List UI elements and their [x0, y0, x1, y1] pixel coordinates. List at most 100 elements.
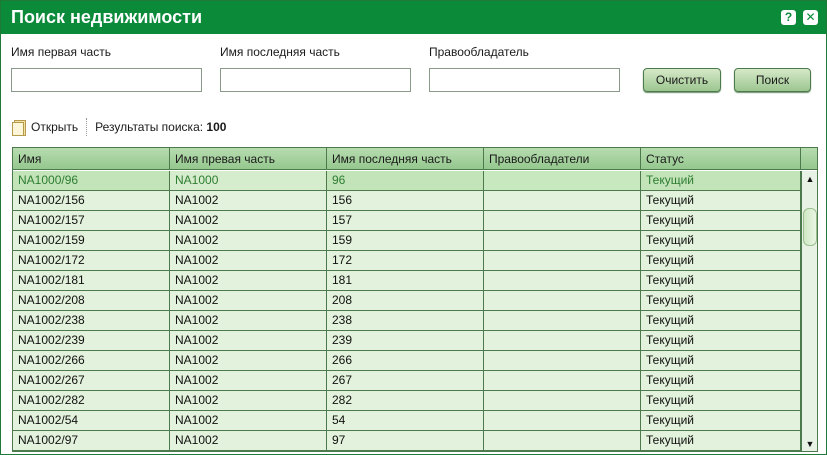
cell-first-part[interactable]: NA1002 [170, 431, 327, 450]
cell-owners[interactable] [484, 371, 641, 390]
cell-owners[interactable] [484, 171, 641, 190]
cell-name[interactable]: NA1002/267 [13, 371, 170, 390]
cell-last-part[interactable]: 266 [327, 351, 484, 370]
cell-first-part[interactable]: NA1002 [170, 411, 327, 430]
cell-last-part[interactable]: 238 [327, 311, 484, 330]
cell-first-part[interactable]: NA1002 [170, 211, 327, 230]
cell-first-part[interactable]: NA1002 [170, 271, 327, 290]
cell-status[interactable]: Текущий [641, 211, 801, 230]
cell-name[interactable]: NA1002/157 [13, 211, 170, 230]
table-row[interactable]: NA1002/159 NA1002 159 Текущий [13, 231, 801, 251]
scroll-up-icon[interactable]: ▲ [804, 173, 816, 185]
cell-name[interactable]: NA1002/266 [13, 351, 170, 370]
cell-last-part[interactable]: 282 [327, 391, 484, 410]
cell-name[interactable]: NA1002/172 [13, 251, 170, 270]
table-row[interactable]: NA1002/172 NA1002 172 Текущий [13, 251, 801, 271]
cell-last-part[interactable]: 159 [327, 231, 484, 250]
cell-owners[interactable] [484, 231, 641, 250]
cell-name[interactable]: NA1002/54 [13, 411, 170, 430]
cell-name[interactable]: NA1002/97 [13, 431, 170, 450]
cell-name[interactable]: NA1002/239 [13, 331, 170, 350]
table-row[interactable]: NA1002/156 NA1002 156 Текущий [13, 191, 801, 211]
cell-first-part[interactable]: NA1002 [170, 311, 327, 330]
table-row[interactable]: NA1002/267 NA1002 267 Текущий [13, 371, 801, 391]
column-header-last-part[interactable]: Имя последняя часть [327, 148, 484, 170]
cell-first-part[interactable]: NA1002 [170, 291, 327, 310]
cell-first-part[interactable]: NA1002 [170, 231, 327, 250]
cell-owners[interactable] [484, 251, 641, 270]
cell-owners[interactable] [484, 211, 641, 230]
cell-owners[interactable] [484, 351, 641, 370]
cell-status[interactable]: Текущий [641, 291, 801, 310]
cell-owners[interactable] [484, 411, 641, 430]
clear-button[interactable]: Очистить [643, 68, 721, 92]
cell-owners[interactable] [484, 291, 641, 310]
cell-status[interactable]: Текущий [641, 391, 801, 410]
vertical-scrollbar[interactable]: ▲ ▼ [801, 171, 817, 451]
cell-owners[interactable] [484, 311, 641, 330]
table-row[interactable]: NA1002/54 NA1002 54 Текущий [13, 411, 801, 431]
cell-status[interactable]: Текущий [641, 431, 801, 450]
scroll-thumb[interactable] [803, 208, 817, 246]
owner-input[interactable] [429, 68, 620, 92]
cell-status[interactable]: Текущий [641, 331, 801, 350]
column-header-name[interactable]: Имя [13, 148, 170, 170]
cell-status[interactable]: Текущий [641, 411, 801, 430]
cell-status[interactable]: Текущий [641, 311, 801, 330]
cell-last-part[interactable]: 156 [327, 191, 484, 210]
cell-last-part[interactable]: 54 [327, 411, 484, 430]
cell-name[interactable]: NA1002/156 [13, 191, 170, 210]
open-button[interactable]: Открыть [11, 119, 78, 136]
table-row-selected[interactable]: NA1000/96 NA1000 96 Текущий [13, 171, 801, 191]
close-icon[interactable]: ✕ [803, 10, 818, 25]
cell-first-part[interactable]: NA1002 [170, 331, 327, 350]
cell-last-part[interactable]: 172 [327, 251, 484, 270]
cell-name[interactable]: NA1002/282 [13, 391, 170, 410]
scroll-down-icon[interactable]: ▼ [804, 438, 816, 450]
cell-owners[interactable] [484, 431, 641, 450]
table-row[interactable]: NA1002/181 NA1002 181 Текущий [13, 271, 801, 291]
cell-status[interactable]: Текущий [641, 231, 801, 250]
cell-first-part[interactable]: NA1002 [170, 371, 327, 390]
table-row[interactable]: NA1002/157 NA1002 157 Текущий [13, 211, 801, 231]
cell-last-part[interactable]: 157 [327, 211, 484, 230]
cell-last-part[interactable]: 208 [327, 291, 484, 310]
cell-status[interactable]: Текущий [641, 251, 801, 270]
column-header-owners[interactable]: Правообладатели [484, 148, 641, 170]
cell-owners[interactable] [484, 331, 641, 350]
cell-last-part[interactable]: 181 [327, 271, 484, 290]
cell-name[interactable]: NA1002/238 [13, 311, 170, 330]
table-row[interactable]: NA1002/238 NA1002 238 Текущий [13, 311, 801, 331]
cell-owners[interactable] [484, 191, 641, 210]
cell-name[interactable]: NA1002/159 [13, 231, 170, 250]
cell-owners[interactable] [484, 391, 641, 410]
cell-last-part[interactable]: 267 [327, 371, 484, 390]
cell-status[interactable]: Текущий [641, 191, 801, 210]
help-icon[interactable]: ? [781, 10, 796, 25]
cell-first-part[interactable]: NA1002 [170, 191, 327, 210]
column-header-first-part[interactable]: Имя превая часть [170, 148, 327, 170]
cell-status[interactable]: Текущий [641, 171, 801, 190]
cell-first-part[interactable]: NA1002 [170, 251, 327, 270]
cell-status[interactable]: Текущий [641, 271, 801, 290]
last-part-input[interactable] [220, 68, 411, 92]
cell-last-part[interactable]: 97 [327, 431, 484, 450]
cell-first-part[interactable]: NA1002 [170, 351, 327, 370]
cell-first-part[interactable]: NA1000 [170, 171, 327, 190]
table-row[interactable]: NA1002/239 NA1002 239 Текущий [13, 331, 801, 351]
cell-name[interactable]: NA1002/208 [13, 291, 170, 310]
first-part-input[interactable] [11, 68, 202, 92]
table-row[interactable]: NA1002/208 NA1002 208 Текущий [13, 291, 801, 311]
search-button[interactable]: Поиск [734, 68, 811, 92]
cell-name[interactable]: NA1000/96 [13, 171, 170, 190]
table-row[interactable]: NA1002/282 NA1002 282 Текущий [13, 391, 801, 411]
table-row[interactable]: NA1002/266 NA1002 266 Текущий [13, 351, 801, 371]
cell-owners[interactable] [484, 271, 641, 290]
cell-last-part[interactable]: 239 [327, 331, 484, 350]
cell-first-part[interactable]: NA1002 [170, 391, 327, 410]
column-header-status[interactable]: Статус [641, 148, 801, 170]
cell-status[interactable]: Текущий [641, 371, 801, 390]
cell-name[interactable]: NA1002/181 [13, 271, 170, 290]
table-row[interactable]: NA1002/97 NA1002 97 Текущий [13, 431, 801, 451]
cell-status[interactable]: Текущий [641, 351, 801, 370]
